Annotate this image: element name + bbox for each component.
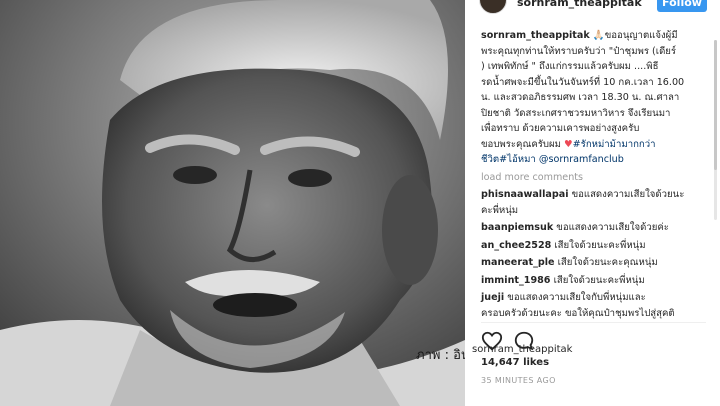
hashtag-link[interactable]: #ไอ้หมา xyxy=(499,154,536,165)
post-caption: sornram_theappitak 🙏🏻ขออนุญาตแจ้งผู้มี พ… xyxy=(481,28,711,168)
caption-line: 🙏🏻ขออนุญาตแจ้งผู้มี xyxy=(592,30,678,41)
caption-line: รดน้ำศพจะมีขึ้นในวันจันทร์ที่ 10 กค.เวลา… xyxy=(481,76,685,88)
comment-user[interactable]: baanpiemsuk xyxy=(481,222,553,233)
heart-icon: ♥ xyxy=(564,138,573,150)
mention-link[interactable]: @sornramfanclub xyxy=(539,154,624,165)
header-username[interactable]: sornram_theappitak xyxy=(517,0,642,9)
caption-author[interactable]: sornram_theappitak xyxy=(481,30,590,41)
scrollbar-thumb[interactable] xyxy=(714,40,717,170)
comments-list: sornram_theappitak 🙏🏻ขออนุญาตแจ้งผู้มี พ… xyxy=(481,28,711,321)
like-count[interactable]: 14,647 likes xyxy=(481,357,549,368)
comment-item: jueji ขอแสดงความเสียใจกับพี่หนุ่มและ ครอ… xyxy=(481,290,711,321)
comments-scrollbar[interactable] xyxy=(714,40,717,220)
caption-line: เพื่อทราบ ด้วยความเคารพอย่างสูงครับ xyxy=(481,123,640,134)
owner-tag[interactable]: sornram_theappitak xyxy=(472,344,572,355)
hashtag-link[interactable]: #รักหม่าม้ามากกว่า xyxy=(573,139,656,150)
caption-line: พระคุณทุกท่านให้ทราบครับว่า "ป๋าชุมพร (เ… xyxy=(481,45,677,57)
divider xyxy=(481,322,706,323)
caption-line: ) เทพพิทักษ์ " ถึงแก่กรรมแล้วครับผม ....… xyxy=(481,61,659,72)
comment-item: baanpiemsuk ขอแสดงความเสียใจด้วยค่ะ xyxy=(481,220,711,236)
post-header: sornram_theappitak Follow xyxy=(465,0,720,18)
comment-item: immint_1986 เสียใจด้วยนะคะพี่หนุ่ม xyxy=(481,273,711,289)
portrait-image xyxy=(0,0,465,406)
comment-user[interactable]: phisnaawallapai xyxy=(481,189,569,200)
hashtag-link[interactable]: ชีวิต xyxy=(481,154,499,165)
comment-text: เสียใจด้วยนะคะพี่หนุ่ม xyxy=(553,274,645,286)
comment-item: phisnaawallapai ขอแสดงความเสียใจด้วยนะ ค… xyxy=(481,187,711,218)
load-more-comments[interactable]: load more comments xyxy=(481,170,711,186)
comment-text: คะพี่หนุ่ม xyxy=(481,204,519,216)
post-photo[interactable] xyxy=(0,0,465,406)
avatar[interactable] xyxy=(479,0,507,14)
comment-text: ขอแสดงความเสียใจด้วยค่ะ xyxy=(556,222,669,233)
comment-item: maneerat_ple เสียใจด้วยนะคะคุณหนุ่ม xyxy=(481,255,711,271)
comment-text: ขอแสดงความเสียใจด้วยนะ xyxy=(571,189,685,200)
comment-text: ครอบครัวด้วยนะคะ ขอให้คุณป๋าชุมพรไปสู่สุ… xyxy=(481,307,675,319)
comment-user[interactable]: maneerat_ple xyxy=(481,257,555,268)
comment-text: เสียใจด้วยนะคะคุณหนุ่ม xyxy=(557,257,658,268)
caption-line: ขอบพระคุณครับผม xyxy=(481,138,561,150)
comment-text: ขอแสดงความเสียใจกับพี่หนุ่มและ xyxy=(507,292,646,303)
comment-item: an_chee2528 เสียใจด้วยนะคะพี่หนุ่ม xyxy=(481,238,711,254)
comment-text: เสียใจด้วยนะคะพี่หนุ่ม xyxy=(554,239,646,251)
caption-line: น. และสวดอภิธรรมศพ เวลา 18.30 น. ณ.ศาลา xyxy=(481,92,680,103)
post-timestamp[interactable]: 35 MINUTES AGO xyxy=(481,376,556,385)
follow-button[interactable]: Follow xyxy=(657,0,707,12)
comment-user[interactable]: immint_1986 xyxy=(481,275,551,286)
comment-user[interactable]: jueji xyxy=(481,292,504,303)
caption-line: ปิยชาติ วัดสระเกศราชวรมหาวิหาร จึงเรียนม… xyxy=(481,107,671,119)
comment-user[interactable]: an_chee2528 xyxy=(481,240,551,251)
